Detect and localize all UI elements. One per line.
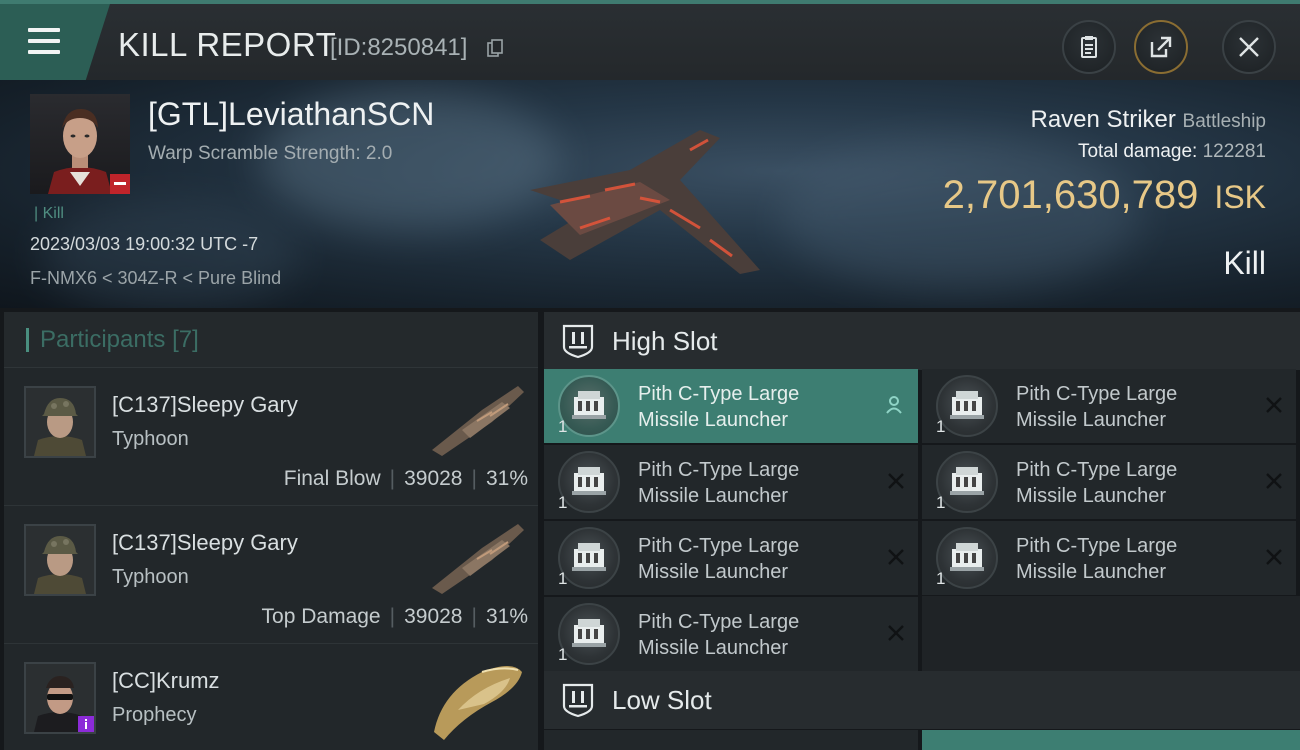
module-slot[interactable] bbox=[922, 730, 1300, 750]
participant-ship-image bbox=[432, 386, 524, 456]
x-icon bbox=[1266, 397, 1282, 413]
participants-label: Participants [7] bbox=[40, 326, 199, 353]
clipboard-button[interactable] bbox=[1062, 20, 1116, 74]
participant-row[interactable]: [CC]Krumz Prophecy bbox=[4, 644, 538, 750]
participant-portrait bbox=[24, 662, 96, 734]
module-name: Pith C-Type Large Missile Launcher bbox=[638, 459, 800, 507]
kill-tag: | Kill bbox=[34, 205, 64, 222]
kill-location[interactable]: F-NMX6 < 304Z-R < Pure Blind bbox=[30, 268, 281, 289]
module-quantity: 1 bbox=[558, 493, 568, 512]
module-name: Pith C-Type Large Missile Launcher bbox=[638, 611, 800, 659]
module-quantity: 1 bbox=[936, 493, 946, 512]
participant-name: [C137]Sleepy Gary bbox=[112, 530, 298, 555]
close-button[interactable] bbox=[1222, 20, 1276, 74]
module-slot[interactable]: 1 Pith C-Type Large Missile Launcher bbox=[544, 521, 918, 595]
participant-ship: Prophecy bbox=[112, 704, 197, 726]
module-name: Pith C-Type Large Missile Launcher bbox=[1016, 459, 1178, 507]
x-icon bbox=[888, 549, 904, 565]
low-slot-header[interactable]: Low Slot bbox=[544, 671, 1300, 729]
module-name: Pith C-Type Large Missile Launcher bbox=[638, 383, 800, 431]
high-slot-header[interactable]: High Slot bbox=[544, 312, 1300, 370]
module-slot[interactable]: 1 Pith C-Type Large Missile Launcher bbox=[922, 445, 1296, 519]
shield-icon bbox=[562, 683, 594, 718]
participant-name: [C137]Sleepy Gary bbox=[112, 392, 298, 417]
module-slot[interactable] bbox=[544, 730, 918, 750]
participant-name: [CC]Krumz bbox=[112, 668, 220, 693]
x-icon bbox=[888, 473, 904, 489]
participant-row[interactable]: [C137]Sleepy Gary Typhoon Top Damage | 390… bbox=[4, 506, 538, 644]
participant-stats: Final Blow | 39028 | 31% bbox=[283, 467, 528, 490]
person-icon bbox=[886, 396, 902, 414]
participant-ship-image bbox=[432, 524, 524, 594]
participant-row[interactable]: [C137]Sleepy Gary Typhoon Final Blow | 390… bbox=[4, 368, 538, 506]
victim-avatar[interactable] bbox=[30, 94, 130, 194]
participants-header[interactable]: Participants [7] bbox=[4, 312, 538, 368]
module-slot[interactable]: 1 Pith C-Type Large Missile Launcher bbox=[922, 521, 1296, 595]
x-icon bbox=[888, 625, 904, 641]
participant-portrait bbox=[24, 524, 96, 596]
empty-slot-area bbox=[922, 596, 1300, 674]
low-slot-label: Low Slot bbox=[612, 685, 712, 715]
warp-scramble-strength: Warp Scramble Strength: 2.0 bbox=[148, 143, 393, 164]
participant-ship: Typhoon bbox=[112, 566, 189, 588]
module-quantity: 1 bbox=[558, 417, 568, 436]
module-slot[interactable]: 1 Pith C-Type Large Missile Launcher bbox=[922, 369, 1296, 443]
victim-ship-name[interactable]: Raven Striker Battleship bbox=[1030, 106, 1266, 134]
shield-icon bbox=[562, 324, 594, 359]
result-label: Kill bbox=[1223, 245, 1266, 281]
module-slot[interactable]: 1 Pith C-Type Large Missile Launcher bbox=[544, 445, 918, 519]
menu-button[interactable] bbox=[0, 4, 110, 80]
victim-name[interactable]: [GTL]LeviathanSCN bbox=[148, 96, 434, 133]
participant-ship: Typhoon bbox=[112, 428, 189, 450]
victim-ship-image bbox=[530, 130, 760, 274]
x-icon bbox=[1266, 549, 1282, 565]
high-slot-label: High Slot bbox=[612, 326, 718, 356]
x-icon bbox=[1266, 473, 1282, 489]
module-slot[interactable]: 1 Pith C-Type Large Missile Launcher bbox=[544, 597, 918, 671]
page-title: KILL REPORT bbox=[118, 26, 337, 63]
module-name: Pith C-Type Large Missile Launcher bbox=[1016, 383, 1178, 431]
module-quantity: 1 bbox=[936, 417, 946, 436]
share-button[interactable] bbox=[1134, 20, 1188, 74]
victim-banner: [GTL]LeviathanSCN Warp Scramble Strength… bbox=[0, 80, 1300, 308]
close-icon bbox=[1239, 37, 1259, 57]
module-slot[interactable]: 1 Pith C-Type Large Missile Launcher bbox=[544, 369, 918, 443]
total-damage: Total damage: 122281 bbox=[1077, 141, 1266, 162]
participant-portrait bbox=[24, 386, 96, 458]
module-name: Pith C-Type Large Missile Launcher bbox=[638, 535, 800, 583]
participants-panel: Participants [7] [C137]Sleepy Gary Typho… bbox=[4, 312, 538, 750]
share-icon bbox=[1150, 36, 1172, 58]
module-quantity: 1 bbox=[558, 569, 568, 588]
clipboard-icon bbox=[1081, 36, 1097, 58]
kill-id: [ID:8250841] bbox=[330, 34, 468, 61]
victim-portrait-image bbox=[48, 108, 130, 194]
copy-icon[interactable] bbox=[487, 39, 503, 57]
module-quantity: 1 bbox=[558, 645, 568, 664]
top-bar: KILL REPORT [ID:8250841] bbox=[0, 0, 1300, 80]
isk-value: 2,701,630,789 ISK bbox=[942, 173, 1266, 217]
participant-stats: Top Damage | 39028 | 31% bbox=[261, 605, 528, 628]
module-quantity: 1 bbox=[936, 569, 946, 588]
module-name: Pith C-Type Large Missile Launcher bbox=[1016, 535, 1178, 583]
kill-timestamp: 2023/03/03 19:00:32 UTC -7 bbox=[30, 234, 259, 254]
participant-ship-image bbox=[434, 666, 522, 740]
